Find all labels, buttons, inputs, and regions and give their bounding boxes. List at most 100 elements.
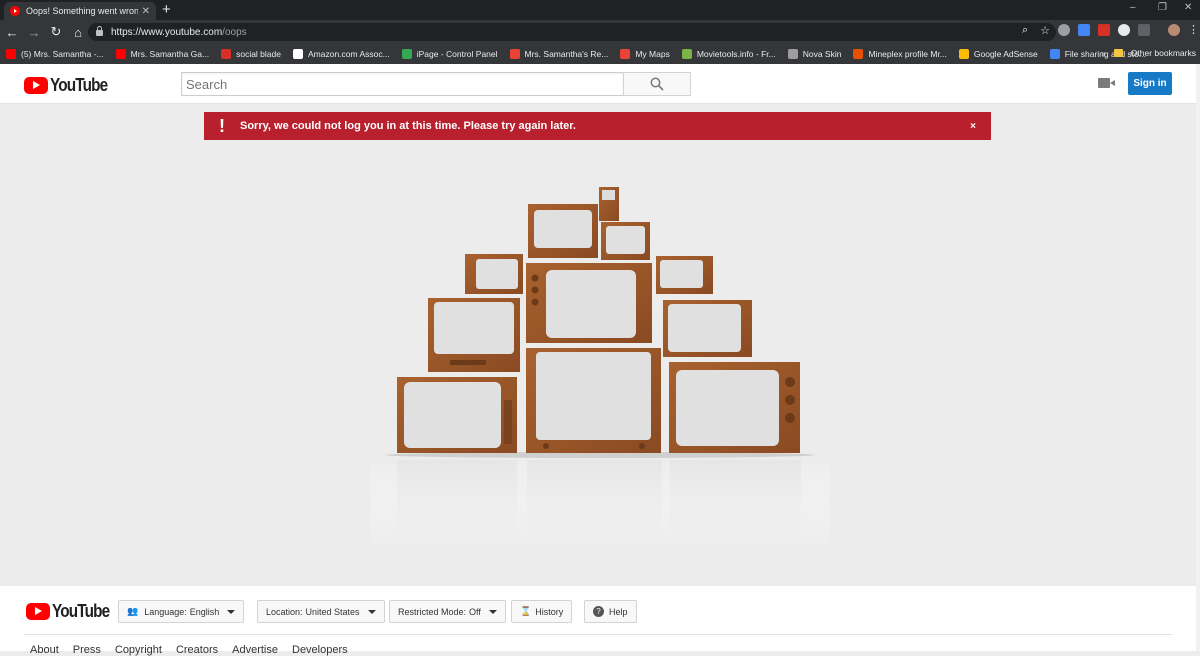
footer-link[interactable]: Press xyxy=(73,644,101,656)
bookmark-item[interactable]: Google AdSense xyxy=(958,49,1038,59)
home-icon[interactable]: ⌂ xyxy=(68,25,88,40)
extension-icon[interactable] xyxy=(1058,23,1070,36)
bookmark-item[interactable]: Nova Skin xyxy=(787,49,841,59)
youtube-logo[interactable]: YouTube xyxy=(24,75,117,96)
bookmark-item[interactable]: My Maps xyxy=(620,49,670,59)
location-value: United States xyxy=(305,606,360,617)
bookmark-star-icon[interactable]: ☆ xyxy=(1040,24,1050,37)
error-alert: ! Sorry, we could not log you in at this… xyxy=(204,112,991,140)
extension-red-icon[interactable] xyxy=(1098,23,1110,36)
new-tab-button[interactable]: + xyxy=(162,1,171,18)
page-scrollbar[interactable] xyxy=(1196,64,1200,651)
url-host: https://www.youtube.com xyxy=(111,26,223,38)
logo-text: YouTube xyxy=(50,75,108,95)
language-value: English xyxy=(189,606,220,617)
bookmark-item[interactable]: iPage - Control Panel xyxy=(401,49,498,59)
bookmark-label: Movietools.info - Fr... xyxy=(696,49,776,59)
bookmark-item[interactable]: Mineplex profile Mr... xyxy=(853,49,947,59)
browser-tab-bar: Oops! Something went wrong. - ✕ + – ❐ ✕ xyxy=(0,0,1200,20)
more-bookmarks-icon[interactable]: » xyxy=(1101,48,1106,58)
footer-youtube-logo[interactable]: YouTube xyxy=(26,601,119,622)
language-label: Language: xyxy=(144,606,187,617)
stacked-tvs-illustration xyxy=(370,187,830,548)
browser-tab[interactable]: Oops! Something went wrong. - ✕ xyxy=(4,2,156,20)
bookmark-favicon-icon xyxy=(509,49,520,59)
bookmark-favicon-icon xyxy=(620,49,631,59)
bookmark-favicon-icon xyxy=(787,49,798,59)
search-button[interactable] xyxy=(623,72,691,96)
restricted-mode-label: Restricted Mode: xyxy=(398,606,467,617)
alert-close-icon[interactable]: × xyxy=(955,121,991,132)
bookmark-item[interactable]: Amazon.com Assoc... xyxy=(292,49,390,59)
language-caret-icon xyxy=(227,609,236,614)
bookmark-item[interactable]: (5) Mrs. Samantha -... xyxy=(6,49,104,59)
bookmark-item[interactable]: Mrs. Samantha's Re... xyxy=(509,49,609,59)
bookmark-favicon-icon xyxy=(401,49,412,59)
footer-link[interactable]: About xyxy=(30,644,59,656)
location-label: Location: xyxy=(266,606,303,617)
help-label: Help xyxy=(609,606,628,617)
footer-play-icon xyxy=(26,603,50,620)
search-input[interactable] xyxy=(181,72,624,96)
back-arrow-icon[interactable]: ← xyxy=(2,25,22,40)
help-icon: ? xyxy=(593,606,604,617)
bookmark-label: My Maps xyxy=(635,49,670,59)
bookmark-label: social blade xyxy=(236,49,281,59)
close-window-icon[interactable]: ✕ xyxy=(1184,2,1192,13)
bookmark-label: (5) Mrs. Samantha -... xyxy=(21,49,104,59)
upload-video-icon[interactable] xyxy=(1098,78,1115,88)
language-button[interactable]: 👥 Language: English xyxy=(118,600,245,623)
extension-gray-icon[interactable] xyxy=(1138,23,1150,36)
footer-link[interactable]: Copyright xyxy=(115,644,162,656)
bookmark-label: Mrs. Samantha Ga... xyxy=(130,49,210,59)
footer-logo-text: YouTube xyxy=(52,601,110,621)
hourglass-icon: ⌛ xyxy=(520,606,532,616)
extension-white-icon[interactable] xyxy=(1118,23,1130,36)
bookmark-label: iPage - Control Panel xyxy=(416,49,498,59)
youtube-favicon-icon xyxy=(10,6,20,16)
bookmark-favicon-icon xyxy=(853,49,864,59)
minimize-icon[interactable]: – xyxy=(1130,2,1136,13)
bookmark-item[interactable]: Movietools.info - Fr... xyxy=(681,49,776,59)
exclamation-icon: ! xyxy=(219,115,225,136)
bookmarks-right: » Other bookmarks xyxy=(1101,48,1196,58)
bookmarks-bar: (5) Mrs. Samantha -... Mrs. Samantha Ga..… xyxy=(0,44,1200,64)
search-icon xyxy=(650,77,664,91)
restricted-caret-icon xyxy=(488,609,497,614)
footer-links: About Press Copyright Creators Advertise Deve… xyxy=(30,644,348,656)
bookmark-favicon-icon xyxy=(292,49,303,59)
forward-arrow-icon[interactable]: → xyxy=(24,25,44,40)
location-button[interactable]: Location: United States xyxy=(257,600,385,623)
sign-in-button[interactable]: Sign in xyxy=(1128,72,1172,95)
extension-iq-icon[interactable] xyxy=(1078,23,1090,36)
history-button[interactable]: ⌛ History xyxy=(511,600,573,623)
bookmark-item[interactable]: social blade xyxy=(221,49,281,59)
bookmark-item[interactable]: Mrs. Samantha Ga... xyxy=(115,49,210,59)
restore-icon[interactable]: ❐ xyxy=(1158,2,1167,13)
bookmark-favicon-icon xyxy=(6,49,16,59)
footer-link[interactable]: Advertise xyxy=(232,644,278,656)
bookmark-label: Mrs. Samantha's Re... xyxy=(524,49,609,59)
history-label: History xyxy=(535,606,564,617)
reload-icon[interactable]: ↻ xyxy=(46,24,66,40)
bookmark-label: Google AdSense xyxy=(973,49,1038,59)
extensions-area: ⋮ xyxy=(1058,23,1199,36)
help-button[interactable]: ? Help xyxy=(584,600,637,623)
browser-toolbar: ← → ↻ ⌂ https://www.youtube.com/oops ⌕ ☆ xyxy=(0,20,1200,44)
footer-link[interactable]: Creators xyxy=(176,644,218,656)
zoom-icon[interactable]: ⌕ xyxy=(1022,24,1028,37)
location-caret-icon xyxy=(367,609,376,614)
bookmark-favicon-icon xyxy=(221,49,232,59)
profile-avatar[interactable] xyxy=(1168,23,1180,36)
url-path: /oops xyxy=(222,26,247,38)
bookmark-favicon-icon xyxy=(958,49,969,59)
restricted-mode-button[interactable]: Restricted Mode: Off xyxy=(389,600,506,623)
footer-link[interactable]: Developers xyxy=(292,644,348,656)
menu-dots-icon[interactable]: ⋮ xyxy=(1188,23,1199,36)
address-bar[interactable]: https://www.youtube.com/oops ⌕ ☆ xyxy=(88,23,1056,41)
alert-message: Sorry, we could not log you in at this t… xyxy=(240,120,576,132)
tab-close-icon[interactable]: ✕ xyxy=(142,6,150,17)
bookmark-favicon-icon xyxy=(1049,49,1060,59)
tab-title: Oops! Something went wrong. - xyxy=(26,6,138,16)
other-bookmarks[interactable]: Other bookmarks xyxy=(1131,48,1196,58)
